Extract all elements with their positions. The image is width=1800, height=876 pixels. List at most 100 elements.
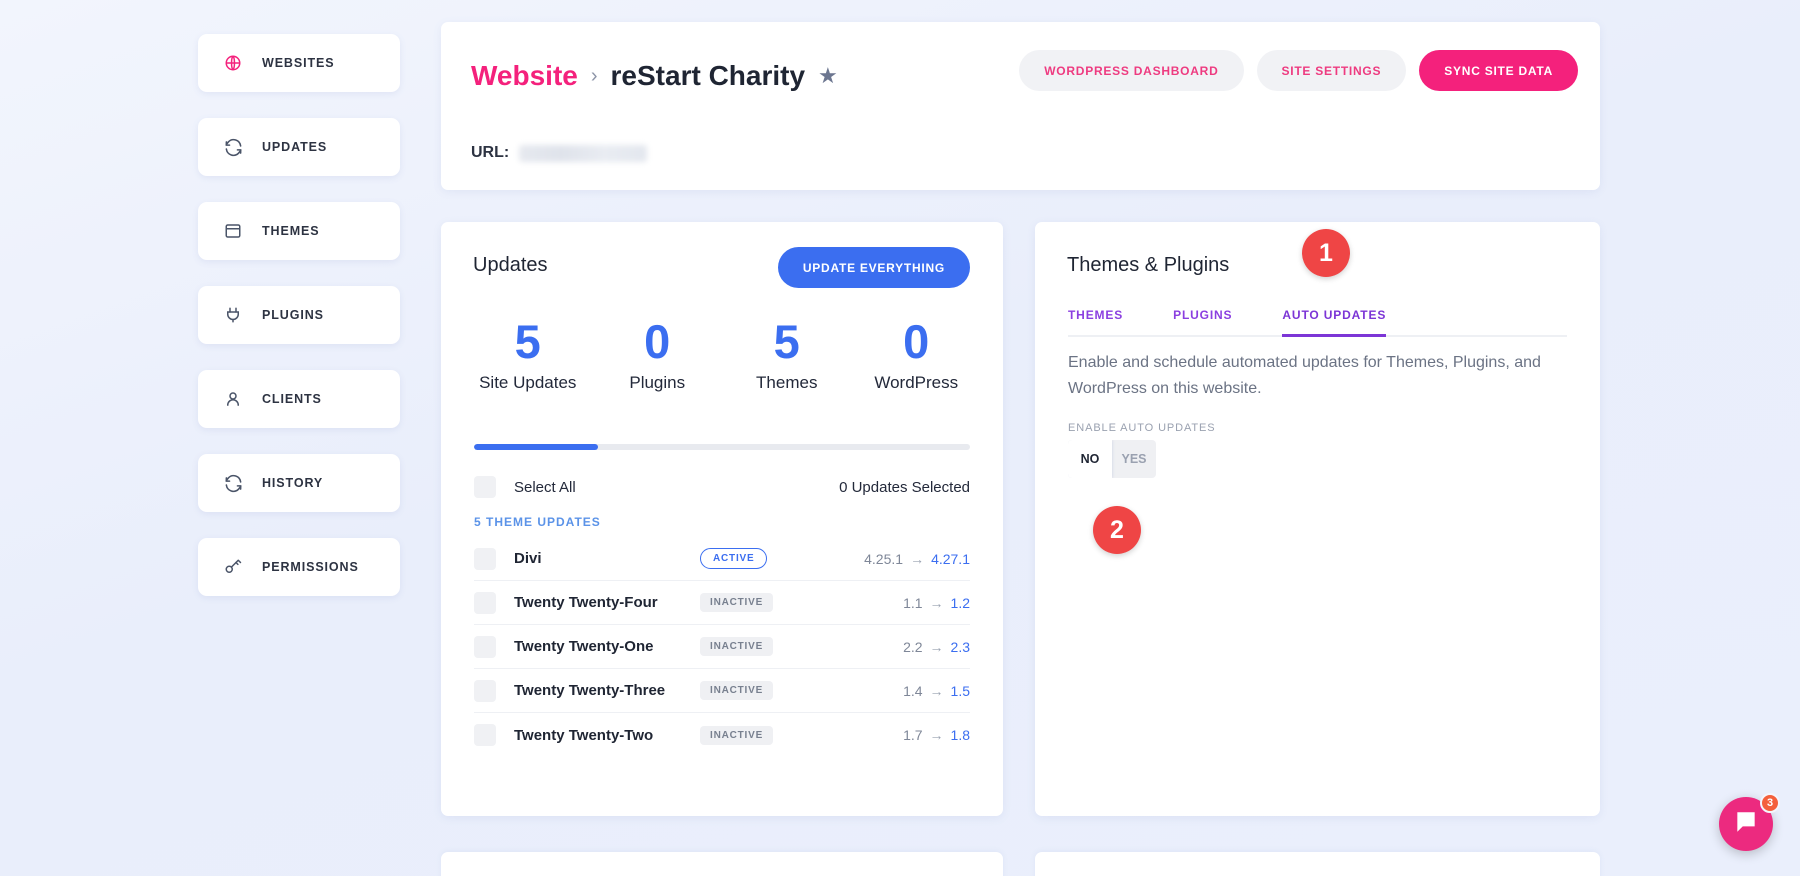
sidebar-item-label: HISTORY xyxy=(262,476,324,490)
status-badge: ACTIVE xyxy=(700,548,768,569)
updates-stats: 5 Site Updates 0 Plugins 5 Themes 0 Word… xyxy=(463,317,981,393)
sidebar-item-label: THEMES xyxy=(262,224,320,238)
globe-icon xyxy=(222,52,244,74)
site-header-card: Website › reStart Charity ★ URL: WORDPRE… xyxy=(441,22,1600,190)
stat-label: WordPress xyxy=(874,373,959,393)
table-row[interactable]: Twenty Twenty-One INACTIVE 2.2 → 2.3 xyxy=(474,625,970,669)
tab-plugins[interactable]: PLUGINS xyxy=(1173,308,1232,337)
star-icon[interactable]: ★ xyxy=(818,65,838,87)
select-all-row: Select All 0 Updates Selected xyxy=(474,465,970,509)
row-checkbox[interactable] xyxy=(474,679,496,702)
status-badge: INACTIVE xyxy=(700,725,774,745)
sidebar-item-label: PLUGINS xyxy=(262,308,324,322)
key-icon xyxy=(222,556,244,578)
theme-name: Twenty Twenty-Two xyxy=(514,726,654,744)
sidebar-item-history[interactable]: HISTORY xyxy=(198,454,400,512)
table-row[interactable]: Twenty Twenty-Three INACTIVE 1.4 → 1.5 xyxy=(474,669,970,713)
url-row: URL: xyxy=(471,144,648,162)
site-settings-button[interactable]: SITE SETTINGS xyxy=(1256,50,1407,91)
row-checkbox[interactable] xyxy=(474,547,496,570)
annotation-badge-2: 2 xyxy=(1093,506,1141,554)
select-all-checkbox[interactable] xyxy=(474,476,496,498)
sidebar-item-label: CLIENTS xyxy=(262,392,322,406)
select-all-label: Select All xyxy=(514,478,576,496)
stat-label: Site Updates xyxy=(479,373,577,393)
status-badge: INACTIVE xyxy=(700,593,774,612)
stat-value: 0 xyxy=(903,315,930,368)
sidebar-item-permissions[interactable]: PERMISSIONS xyxy=(198,538,400,596)
table-row[interactable]: Twenty Twenty-Four INACTIVE 1.1 → 1.2 xyxy=(474,581,970,625)
selected-count: 0 Updates Selected xyxy=(839,478,970,496)
sidebar-item-themes[interactable]: THEMES xyxy=(198,202,400,260)
sidebar-item-websites[interactable]: WEBSITES xyxy=(198,34,400,92)
stat-wordpress: 0 WordPress xyxy=(852,317,982,393)
updates-progress-bar xyxy=(474,444,970,450)
theme-name: Twenty Twenty-One xyxy=(514,638,654,655)
themes-plugins-title: Themes & Plugins xyxy=(1067,254,1230,276)
row-checkbox[interactable] xyxy=(474,591,496,614)
version-old: 1.1 xyxy=(903,594,923,611)
version-change: 2.2 → 2.3 xyxy=(903,639,970,655)
version-change: 1.4 → 1.5 xyxy=(903,683,970,699)
version-new: 1.8 xyxy=(950,727,970,743)
tab-themes[interactable]: THEMES xyxy=(1068,308,1123,337)
theme-name: Twenty Twenty-Three xyxy=(514,682,666,699)
theme-updates-header: 5 THEME UPDATES xyxy=(474,515,601,529)
themes-plugins-tabs: THEMES PLUGINS AUTO UPDATES xyxy=(1068,308,1567,337)
stat-value: 5 xyxy=(773,315,800,368)
updates-card: Updates UPDATE EVERYTHING 5 Site Updates… xyxy=(441,222,1003,816)
plug-icon xyxy=(222,304,244,326)
status-badge: INACTIVE xyxy=(700,681,774,700)
table-row[interactable]: Divi ACTIVE 4.25.1 → 4.27.1 xyxy=(474,537,970,581)
sidebar-item-plugins[interactable]: PLUGINS xyxy=(198,286,400,344)
wordpress-dashboard-button[interactable]: WORDPRESS DASHBOARD xyxy=(1019,50,1244,91)
status-badge: INACTIVE xyxy=(700,637,774,656)
page-title: reStart Charity xyxy=(610,60,806,91)
annotation-badge-1: 1 xyxy=(1302,229,1350,277)
tab-auto-updates[interactable]: AUTO UPDATES xyxy=(1282,308,1387,337)
sidebar-item-label: PERMISSIONS xyxy=(262,560,359,574)
url-value-redacted xyxy=(519,144,648,162)
toggle-option-yes[interactable]: YES xyxy=(1112,440,1156,478)
chat-bubble-icon xyxy=(1733,809,1759,840)
version-old: 1.4 xyxy=(903,682,923,699)
chevron-right-icon: › xyxy=(590,64,598,87)
sidebar-item-updates[interactable]: UPDATES xyxy=(198,118,400,176)
toggle-option-no[interactable]: NO xyxy=(1068,440,1112,478)
theme-name: Twenty Twenty-Four xyxy=(514,594,658,611)
update-everything-button[interactable]: UPDATE EVERYTHING xyxy=(777,247,970,288)
stat-label: Plugins xyxy=(629,373,686,393)
stat-value: 5 xyxy=(514,315,541,368)
version-old: 2.2 xyxy=(903,638,923,655)
themes-plugins-card: Themes & Plugins THEMES PLUGINS AUTO UPD… xyxy=(1035,222,1600,816)
next-card-left xyxy=(441,852,1003,876)
version-new: 4.27.1 xyxy=(931,550,970,567)
sync-site-data-button[interactable]: SYNC SITE DATA xyxy=(1419,50,1578,91)
arrow-right-icon: → xyxy=(929,727,944,743)
enable-auto-updates-label: ENABLE AUTO UPDATES xyxy=(1068,422,1216,434)
table-row[interactable]: Twenty Twenty-Two INACTIVE 1.7 → 1.8 xyxy=(474,713,970,757)
stat-themes: 5 Themes xyxy=(722,317,852,393)
sidebar-item-clients[interactable]: CLIENTS xyxy=(198,370,400,428)
row-checkbox[interactable] xyxy=(474,724,496,746)
arrow-right-icon: → xyxy=(929,638,944,655)
version-old: 4.25.1 xyxy=(864,550,904,567)
row-checkbox[interactable] xyxy=(474,635,496,658)
stat-value: 0 xyxy=(644,315,671,368)
header-actions: WORDPRESS DASHBOARD SITE SETTINGS SYNC S… xyxy=(1019,50,1578,91)
enable-auto-updates-toggle[interactable]: NO YES xyxy=(1068,440,1156,478)
version-change: 1.7 → 1.8 xyxy=(903,727,970,743)
stat-site-updates: 5 Site Updates xyxy=(463,317,593,393)
arrow-right-icon: → xyxy=(910,550,925,567)
version-new: 1.5 xyxy=(950,682,970,699)
theme-updates-list: Divi ACTIVE 4.25.1 → 4.27.1 Twenty Twent… xyxy=(474,537,970,757)
version-change: 1.1 → 1.2 xyxy=(903,595,970,611)
chat-unread-badge: 3 xyxy=(1760,793,1780,813)
stat-plugins: 0 Plugins xyxy=(593,317,723,393)
arrow-right-icon: → xyxy=(929,682,944,699)
window-icon xyxy=(222,220,244,242)
progress-fill xyxy=(474,444,598,450)
sidebar-item-label: WEBSITES xyxy=(262,56,335,70)
breadcrumb-root-link[interactable]: Website xyxy=(471,60,578,92)
version-old: 1.7 xyxy=(903,727,923,743)
